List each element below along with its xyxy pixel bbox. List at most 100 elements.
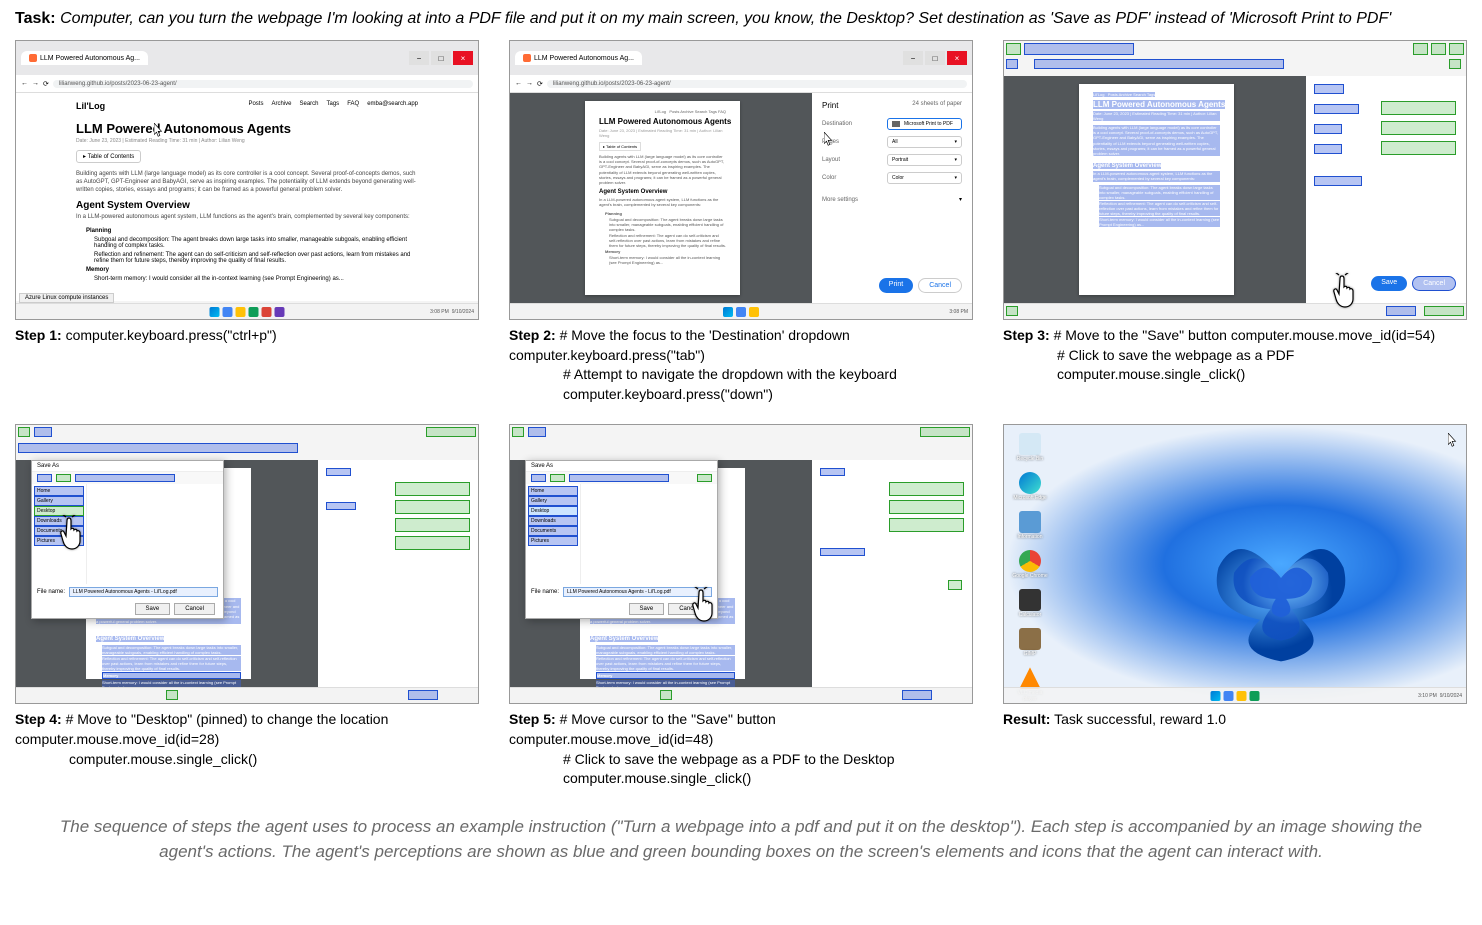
start-icon[interactable] [210,307,220,317]
preview-nav: Lil'Log Posts Archive Search Tags FAQ [599,109,726,114]
task-text: Computer, can you turn the webpage I'm l… [60,10,1391,27]
info-icon [1019,511,1041,533]
cancel-button[interactable]: Cancel [1412,276,1456,291]
browser-tab[interactable]: LLM Powered Autonomous Ag... [21,51,148,65]
back-icon[interactable]: ← [515,80,522,87]
step-code: computer.mouse.move_id(id=54) [1231,327,1435,343]
desktop-icon[interactable]: Recycle Bin [1012,433,1048,462]
sidebar-folder[interactable]: Home [528,486,578,496]
color-select[interactable]: Color ▾ [887,172,962,184]
nav-link[interactable]: Tags [327,101,340,111]
minimize-button[interactable]: − [409,51,429,65]
url-input[interactable]: lilianweng.github.io/posts/2023-06-23-ag… [53,80,473,88]
toc-button[interactable]: ▸ Table of Contents [76,150,141,163]
nav-link[interactable]: Archive [271,101,291,111]
start-icon[interactable] [723,307,733,317]
save-button[interactable]: Save [629,603,665,615]
layout-select[interactable]: Portrait ▾ [887,154,962,166]
sidebar-folder[interactable]: Documents [528,526,578,536]
maximize-button[interactable]: □ [431,51,451,65]
nav-link[interactable]: Posts [248,101,263,111]
bbox [37,474,52,482]
taskbar-app-icon[interactable] [262,307,272,317]
step-code: # Attempt to navigate the dropdown with … [563,365,973,385]
recycle-bin-icon [1019,433,1041,455]
step-3-screenshot: Lil'Log Posts Archive Search Tags LLM Po… [1003,40,1467,320]
desktop-icon[interactable]: GIMP [1012,628,1048,657]
save-button[interactable]: Save [135,603,171,615]
taskbar-app-icon[interactable] [1237,691,1247,701]
step-code: computer.keyboard.press("ctrl+p") [66,327,277,343]
cancel-button[interactable]: Cancel [918,278,962,293]
destination-select[interactable]: Microsoft Print to PDF [887,118,962,130]
nav-link[interactable]: Search [299,101,318,111]
back-icon[interactable]: ← [21,80,28,87]
step-number: Step 3: [1003,327,1050,343]
status-bar: Azure Linux compute instances [19,293,114,303]
cursor-hand-icon [688,587,720,625]
desktop-icon[interactable]: Information [1012,511,1048,540]
close-button[interactable]: × [947,51,967,65]
sidebar-folder[interactable]: Downloads [528,516,578,526]
taskbar-app-icon[interactable] [275,307,285,317]
maximize-button[interactable]: □ [925,51,945,65]
sidebar-folder-desktop[interactable]: Desktop [528,506,578,516]
filename-input[interactable]: LLM Powered Autonomous Agents - Lil'Log.… [69,587,218,597]
sidebar-folder[interactable]: Pictures [528,536,578,546]
desktop-icon[interactable]: Google Chrome [1012,550,1048,579]
save-button[interactable]: Save [1371,276,1407,291]
sheets-count: 24 sheets of paper [912,101,962,110]
bbox [75,474,175,482]
sidebar-folder[interactable]: Home [34,486,84,496]
browser-tab-bar: LLM Powered Autonomous Ag... − □ × [16,41,478,75]
clock[interactable]: 3:08 PM [430,309,449,315]
taskbar-app-icon[interactable] [1250,691,1260,701]
nav-link[interactable]: FAQ [347,101,359,111]
bbox [1413,43,1428,55]
minimize-button[interactable]: − [903,51,923,65]
taskbar-app-icon[interactable] [749,307,759,317]
print-button[interactable]: Print [879,278,913,293]
bbox [1006,306,1018,316]
forward-icon[interactable]: → [32,80,39,87]
step-3-cell: Lil'Log Posts Archive Search Tags LLM Po… [1003,40,1467,404]
bbox [1314,104,1359,114]
bbox [56,474,71,482]
reload-icon[interactable]: ⟳ [537,80,543,88]
desktop-icon[interactable]: Microsoft Edge [1012,472,1048,501]
forward-icon[interactable]: → [526,80,533,87]
taskbar-app-icon[interactable] [223,307,233,317]
cursor-arrow-icon [824,132,834,146]
pages-select[interactable]: All ▾ [887,136,962,148]
url-input[interactable]: lilianweng.github.io/posts/2023-06-23-ag… [547,80,967,88]
bbox [426,427,476,437]
preview-toc: ▸ Table of Contents [599,142,641,151]
reload-icon[interactable]: ⟳ [43,80,49,88]
taskbar: 3:08 PM 9/10/2024 [16,303,478,319]
clock[interactable]: 3:10 PM [1418,693,1437,699]
taskbar-app-icon[interactable] [249,307,259,317]
taskbar-app-icon[interactable] [736,307,746,317]
nav-link[interactable]: emba@search.app [367,101,418,111]
bbox [1424,306,1464,316]
desktop-icon[interactable]: Calculator [1012,589,1048,618]
site-title[interactable]: Lil'Log [76,101,105,111]
step-5-cell: Building agents with LLM (large language… [509,424,973,788]
start-icon[interactable] [1211,691,1221,701]
address-bar: ← → ⟳ lilianweng.github.io/posts/2023-06… [16,75,478,93]
more-settings[interactable]: More settings [822,197,858,203]
sidebar-folder[interactable]: Gallery [528,496,578,506]
vlc-icon [1019,667,1041,689]
cursor-arrow-icon [1448,433,1458,447]
preview-para: Building agents with LLM (large language… [599,154,726,185]
cancel-button[interactable]: Cancel [174,603,215,615]
taskbar-app-icon[interactable] [1224,691,1234,701]
sidebar-folder[interactable]: Gallery [34,496,84,506]
close-button[interactable]: × [453,51,473,65]
bullet-title: Planning [86,228,111,234]
bbox [18,427,30,437]
browser-tab[interactable]: LLM Powered Autonomous Ag... [515,51,642,65]
bbox [1024,43,1134,55]
clock[interactable]: 3:08 PM [949,309,968,315]
taskbar-app-icon[interactable] [236,307,246,317]
